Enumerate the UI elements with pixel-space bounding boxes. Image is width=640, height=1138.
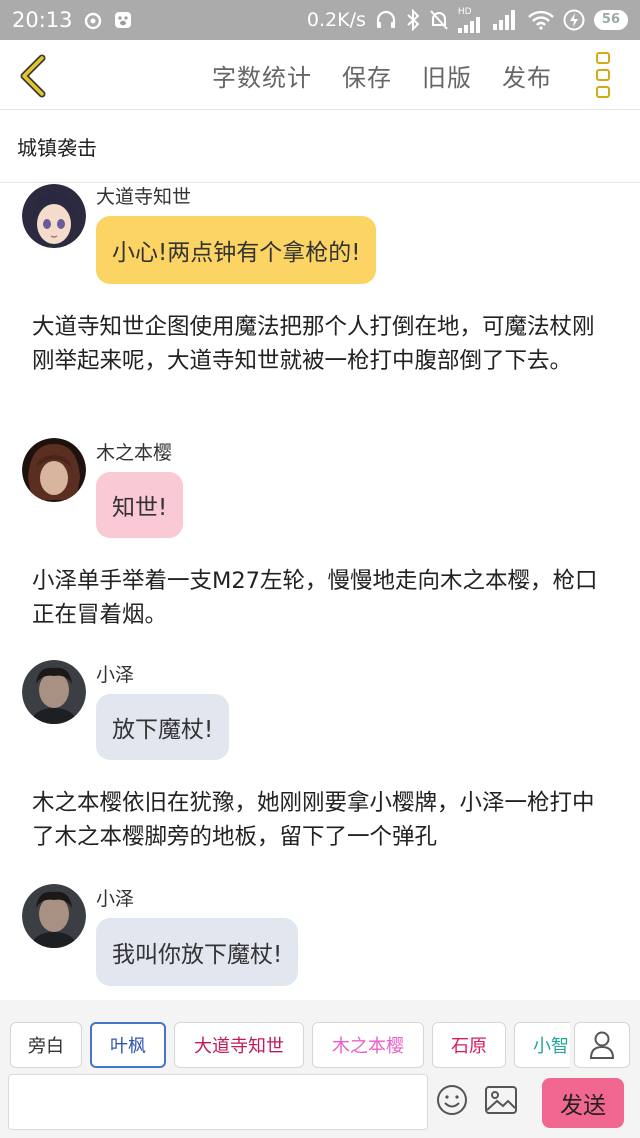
alarm-off-icon: [430, 10, 448, 30]
image-icon[interactable]: [484, 1084, 518, 1116]
signal-icon: [492, 10, 515, 30]
old-version-button[interactable]: 旧版: [422, 58, 472, 93]
send-button[interactable]: 发送: [542, 1078, 624, 1128]
hd-label: HD: [457, 6, 472, 17]
publish-button[interactable]: 发布: [502, 58, 552, 93]
avatar[interactable]: [22, 184, 86, 248]
person-icon[interactable]: [574, 1022, 630, 1068]
character-chip[interactable]: 小智: [514, 1022, 570, 1068]
weibo-icon: [84, 12, 101, 30]
menu-dot: [596, 52, 610, 64]
speaker-name: 木之本樱: [96, 442, 173, 464]
narration-text[interactable]: 木之本樱依旧在犹豫，她刚刚要拿小樱牌，小泽一枪打中了木之本樱脚旁的地板，留下了一…: [32, 786, 612, 854]
speaker-name: 小泽: [96, 664, 135, 686]
status-time: 20:13: [12, 8, 73, 32]
character-chip[interactable]: 大道寺知世: [174, 1022, 304, 1068]
emoji-icon[interactable]: [436, 1084, 468, 1116]
bluetooth-icon: [407, 9, 420, 31]
avatar[interactable]: [22, 438, 86, 502]
character-chip[interactable]: 叶枫: [90, 1022, 166, 1068]
character-chip[interactable]: 木之本樱: [312, 1022, 424, 1068]
dialogue-message[interactable]: 木之本樱 知世!: [0, 436, 640, 538]
dialogue-message[interactable]: 小泽 我叫你放下魔杖!: [0, 882, 640, 992]
battery-icon: 56: [593, 10, 628, 30]
story-title[interactable]: 城镇袭击: [0, 111, 640, 183]
composer-panel: 旁白 叶枫 大道寺知世 木之本樱 石原 小智 发送: [0, 1000, 640, 1138]
toolbar: 字数统计 保存 旧版 发布: [0, 40, 640, 110]
baidu-icon: [114, 12, 131, 28]
message-input[interactable]: [8, 1074, 428, 1130]
narration-text[interactable]: 大道寺知世企图使用魔法把那个人打倒在地，可魔法杖刚刚举起来呢，大道寺知世就被一枪…: [32, 310, 612, 378]
dialogue-message[interactable]: 小泽 放下魔杖!: [0, 658, 640, 768]
character-chip[interactable]: 旁白: [10, 1022, 82, 1068]
character-chip[interactable]: 石原: [432, 1022, 506, 1068]
character-selector: 旁白 叶枫 大道寺知世 木之本樱 石原 小智: [10, 1022, 570, 1068]
dialogue-message[interactable]: 大道寺知世 小心!两点钟有个拿枪的!: [0, 184, 640, 294]
net-speed: 0.2K/s: [306, 9, 366, 31]
word-count-button[interactable]: 字数统计: [212, 58, 312, 93]
speaker-name: 小泽: [96, 888, 135, 910]
speaker-name: 大道寺知世: [96, 186, 192, 208]
menu-dot: [596, 86, 610, 98]
status-bar: 20:13 0.2K/s HD 56: [0, 0, 640, 40]
more-vertical-icon[interactable]: [596, 52, 616, 98]
chevron-left-icon[interactable]: [14, 54, 54, 98]
headphones-icon: [376, 10, 396, 28]
message-bubble[interactable]: 放下魔杖!: [96, 694, 230, 760]
wifi-icon: [528, 10, 554, 30]
charging-icon: [563, 9, 585, 31]
signal-icon: [457, 16, 480, 33]
chat-area[interactable]: 大道寺知世 小心!两点钟有个拿枪的! 大道寺知世企图使用魔法把那个人打倒在地，可…: [0, 184, 640, 1000]
avatar[interactable]: [22, 884, 86, 948]
avatar[interactable]: [22, 660, 86, 724]
save-button[interactable]: 保存: [342, 58, 392, 93]
message-bubble[interactable]: 知世!: [96, 472, 184, 538]
message-bubble[interactable]: 小心!两点钟有个拿枪的!: [96, 216, 377, 284]
narration-text[interactable]: 小泽单手举着一支M27左轮，慢慢地走向木之本樱，枪口正在冒着烟。: [32, 564, 612, 632]
menu-dot: [596, 69, 610, 81]
message-bubble[interactable]: 我叫你放下魔杖!: [96, 918, 299, 986]
